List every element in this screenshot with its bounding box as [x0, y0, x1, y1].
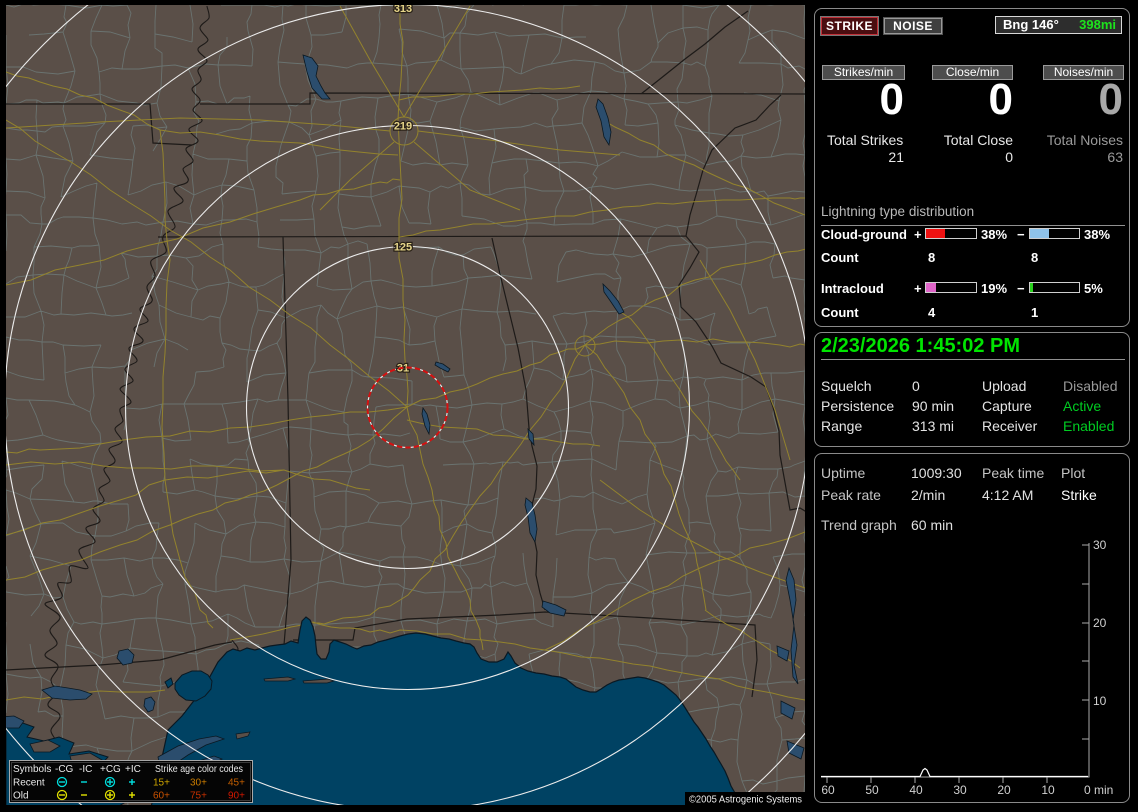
svg-text:40: 40 [909, 783, 923, 797]
svg-text:20: 20 [997, 783, 1011, 797]
svg-text:Old: Old [13, 791, 29, 802]
svg-text:313: 313 [394, 5, 412, 15]
svg-text:30: 30 [1093, 538, 1107, 552]
svg-text:Recent: Recent [13, 778, 45, 789]
svg-text:Symbols: Symbols [13, 764, 51, 775]
svg-text:0 min: 0 min [1084, 783, 1113, 797]
svg-text:125: 125 [394, 242, 412, 254]
svg-text:+IC: +IC [125, 764, 141, 775]
svg-text:©2005 Astrogenic Systems: ©2005 Astrogenic Systems [689, 794, 802, 806]
svg-text:20: 20 [1093, 616, 1107, 630]
svg-text:10: 10 [1093, 694, 1107, 708]
svg-text:15+: 15+ [153, 778, 170, 789]
svg-text:30: 30 [953, 783, 967, 797]
svg-text:45+: 45+ [228, 778, 245, 789]
svg-text:50: 50 [865, 783, 879, 797]
svg-text:90+: 90+ [228, 791, 245, 802]
svg-text:+CG: +CG [100, 764, 121, 775]
svg-text:Strike age color codes: Strike age color codes [155, 764, 243, 775]
svg-text:60: 60 [821, 783, 835, 797]
svg-text:-IC: -IC [79, 764, 92, 775]
svg-text:219: 219 [394, 121, 412, 133]
svg-text:10: 10 [1041, 783, 1055, 797]
svg-text:30+: 30+ [190, 778, 207, 789]
svg-text:75+: 75+ [190, 791, 207, 802]
svg-text:60+: 60+ [153, 791, 170, 802]
svg-text:-CG: -CG [55, 764, 74, 775]
